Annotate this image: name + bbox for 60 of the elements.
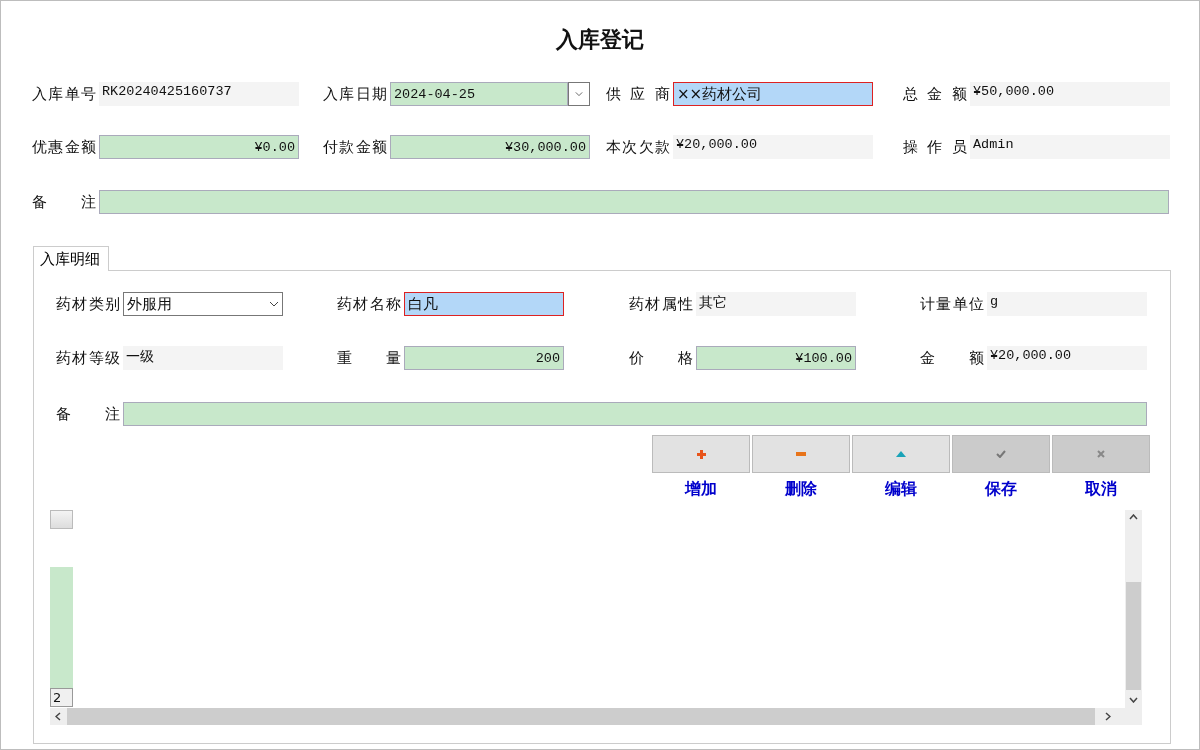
- field-label: 药材类别: [56, 294, 120, 314]
- readonly-field: 一级: [123, 346, 283, 370]
- field-label: 操 作 员: [903, 137, 967, 157]
- plus-icon: [696, 449, 706, 459]
- input-field[interactable]: 200: [404, 346, 564, 370]
- readonly-field: g: [987, 292, 1147, 316]
- field-label: 药材等级: [56, 348, 120, 368]
- scroll-left-icon[interactable]: [55, 712, 61, 721]
- readonly-field: Admin: [970, 135, 1170, 159]
- scroll-up-icon[interactable]: [1129, 514, 1138, 520]
- up-button[interactable]: [852, 435, 950, 473]
- button-caption[interactable]: 增加: [685, 479, 717, 500]
- row-header-cell: 2: [50, 688, 73, 707]
- field-label: 供 应 商: [606, 84, 670, 104]
- field-label: 备 注: [56, 404, 120, 424]
- field-label: 金 额: [920, 348, 984, 368]
- scroll-down-icon[interactable]: [1129, 697, 1138, 703]
- field-label: 付款金额: [323, 137, 387, 157]
- cross-icon: [1097, 450, 1105, 458]
- remark-field[interactable]: [123, 402, 1147, 426]
- input-field[interactable]: ¥0.00: [99, 135, 299, 159]
- chevron-down-icon: [269, 301, 279, 307]
- vertical-scrollbar[interactable]: [1125, 510, 1142, 708]
- field-label: 入库日期: [323, 84, 387, 104]
- field-label: 总 金 额: [903, 84, 967, 104]
- input-field[interactable]: 白凡: [404, 292, 564, 316]
- tab[interactable]: 入库明细: [33, 246, 109, 271]
- remark-field[interactable]: [99, 190, 1169, 214]
- dropdown-field[interactable]: 外服用: [123, 292, 283, 316]
- minus-button[interactable]: [752, 435, 850, 473]
- chevron-down-icon: [575, 91, 583, 97]
- field-label: 药材属性: [629, 294, 693, 314]
- input-field[interactable]: ¥30,000.00: [390, 135, 590, 159]
- field-label: 备 注: [32, 192, 96, 212]
- scrollbar-thumb[interactable]: [1126, 582, 1141, 690]
- check-icon: [996, 450, 1006, 458]
- button-caption[interactable]: 删除: [785, 479, 817, 500]
- field-label: 计量单位: [920, 294, 984, 314]
- field-label: 入库单号: [32, 84, 96, 104]
- readonly-field: ¥20,000.00: [987, 346, 1147, 370]
- minus-icon: [796, 452, 806, 456]
- readonly-field: ¥20,000.00: [673, 135, 873, 159]
- readonly-field: ¥50,000.00: [970, 82, 1170, 106]
- field-label: 价 格: [629, 348, 693, 368]
- date-field[interactable]: 2024-04-25: [390, 82, 568, 106]
- window-title: 入库登记: [555, 26, 645, 54]
- grid-corner-cell: [50, 510, 73, 529]
- plus-button[interactable]: [652, 435, 750, 473]
- field-label: 本次欠款: [606, 137, 670, 157]
- readonly-field: RK20240425160737: [99, 82, 299, 106]
- triangle-up-icon: [896, 451, 906, 457]
- input-field[interactable]: ¥100.00: [696, 346, 856, 370]
- readonly-field: 其它: [696, 292, 856, 316]
- button-caption[interactable]: 编辑: [885, 479, 917, 500]
- field-label: 重 量: [337, 348, 401, 368]
- field-label: 优惠金额: [32, 137, 96, 157]
- input-field[interactable]: ××药材公司: [673, 82, 873, 106]
- scroll-right-icon[interactable]: [1105, 712, 1111, 721]
- date-dropdown-button[interactable]: [568, 82, 590, 106]
- field-label: 药材名称: [337, 294, 401, 314]
